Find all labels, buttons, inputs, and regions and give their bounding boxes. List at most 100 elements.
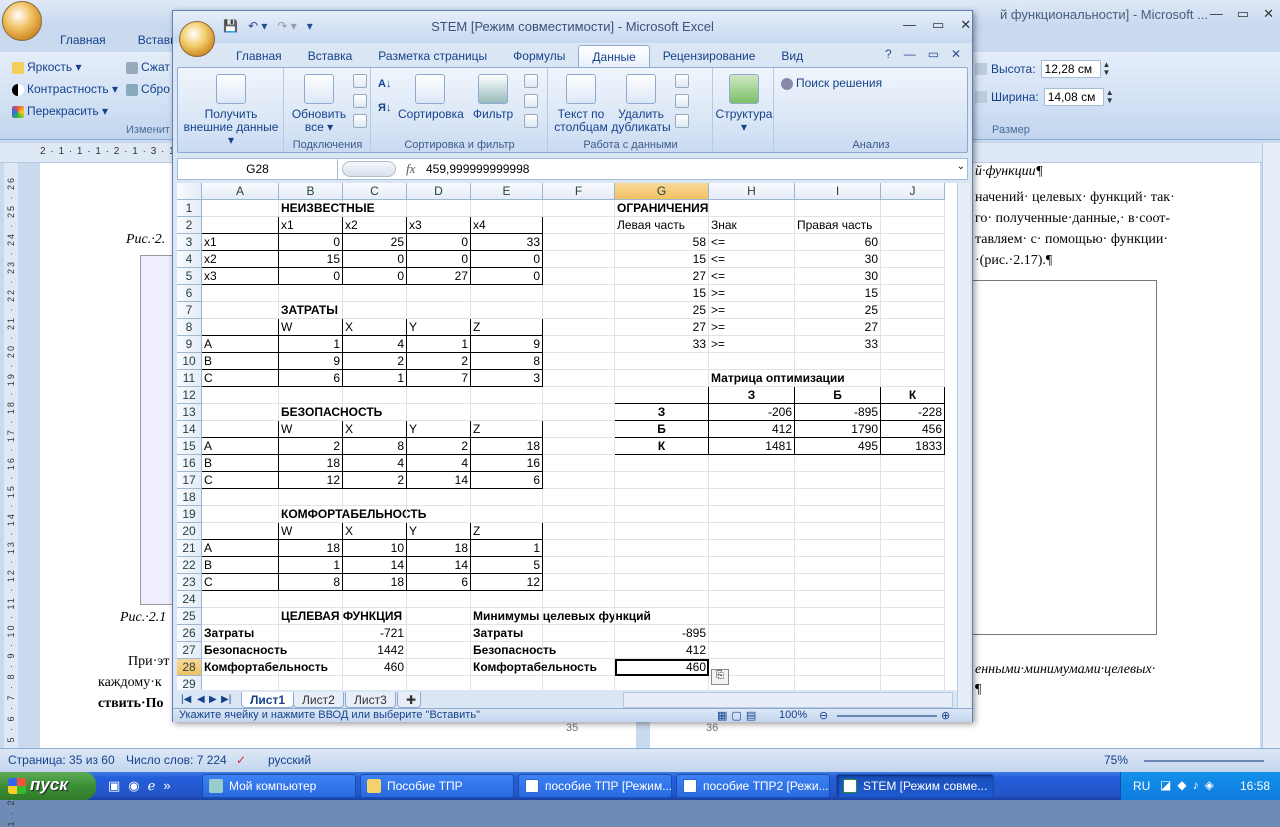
cell[interactable] [543,472,615,489]
cell[interactable] [543,387,615,404]
cell[interactable] [795,676,881,690]
cell[interactable] [795,200,881,217]
close-icon[interactable]: ✕ [1263,6,1274,26]
cell[interactable] [709,523,795,540]
tab-data[interactable]: Данные [578,45,650,67]
cell[interactable]: 2 [407,438,471,455]
row-header[interactable]: 7 [177,302,202,319]
row-header[interactable]: 26 [177,625,202,642]
row-header[interactable]: 20 [177,523,202,540]
cell[interactable] [881,336,945,353]
cell[interactable]: 27 [407,268,471,285]
sheet-next-icon[interactable]: ▶ [209,694,217,705]
insert-function-icon[interactable]: fx [406,161,415,177]
reset-picture-button[interactable]: Сбро [126,82,170,96]
cell[interactable]: Знак [709,217,795,234]
cell[interactable] [407,404,471,421]
excel-horizontal-scrollbar[interactable] [623,692,953,708]
cell[interactable]: 4 [343,336,407,353]
row-header[interactable]: 9 [177,336,202,353]
cell[interactable]: x2 [202,251,279,268]
tab-view[interactable]: Вид [768,45,816,67]
cell[interactable] [543,319,615,336]
maximize-icon[interactable]: ▭ [1237,6,1249,26]
formula-input[interactable]: 459,999999999998 [426,162,529,176]
status-language[interactable]: русский [268,753,311,767]
cell[interactable] [881,642,945,659]
cell[interactable] [543,370,615,387]
cell[interactable] [543,302,615,319]
active-cell[interactable]: 460 [615,659,709,676]
cell[interactable] [543,200,615,217]
cell[interactable] [881,251,945,268]
column-header-c[interactable]: C [343,183,407,200]
cell[interactable] [202,285,279,302]
sheet-prev-icon[interactable]: ◀ [197,694,205,705]
cell[interactable] [202,523,279,540]
cell[interactable] [881,234,945,251]
row-header[interactable]: 5 [177,268,202,285]
column-header-e[interactable]: E [471,183,543,200]
cell[interactable] [709,353,795,370]
cell[interactable]: X [343,421,407,438]
text-to-columns-button[interactable]: Текст по столбцам [553,74,609,134]
cell[interactable] [202,608,279,625]
filter-button[interactable]: Фильтр [470,74,516,121]
cell[interactable]: 0 [279,268,343,285]
cell[interactable] [543,659,615,676]
cell[interactable]: 33 [471,234,543,251]
height-spinner[interactable]: ▲ ▼ [1103,61,1113,77]
cell[interactable]: <= [709,268,795,285]
cell[interactable] [795,353,881,370]
cell[interactable] [795,557,881,574]
cell[interactable]: 18 [471,438,543,455]
cell[interactable]: 9 [471,336,543,353]
cell[interactable] [795,591,881,608]
close-icon[interactable]: ✕ [960,17,971,33]
column-header-h[interactable]: H [709,183,795,200]
clear-filter-icon[interactable] [524,74,538,88]
cell[interactable]: З [709,387,795,404]
cell[interactable]: 2 [343,472,407,489]
cell[interactable]: 2 [279,438,343,455]
column-header-g[interactable]: G [615,183,709,200]
cell[interactable] [881,472,945,489]
more-icon[interactable]: » [163,778,170,794]
cell[interactable]: 0 [407,251,471,268]
sort-za-icon[interactable]: Я↓ [378,102,391,114]
row-header[interactable]: 27 [177,642,202,659]
cell[interactable]: A [202,336,279,353]
cell[interactable] [615,506,709,523]
cell[interactable] [407,659,471,676]
cell[interactable]: 60 [795,234,881,251]
compress-button[interactable]: Сжат [126,60,170,74]
cell[interactable]: B [202,455,279,472]
cell[interactable] [343,506,407,523]
cell[interactable] [543,217,615,234]
cell[interactable] [543,625,615,642]
sheet-first-icon[interactable]: |◀ [181,694,191,705]
cell[interactable]: A [202,540,279,557]
cell[interactable]: 460 [343,659,407,676]
cell[interactable] [343,608,407,625]
paste-options-icon[interactable]: ⎘ [711,669,729,685]
cell[interactable] [881,591,945,608]
taskbar-excel[interactable]: STEM [Режим совме... [836,774,994,798]
cell[interactable]: 4 [407,455,471,472]
cell[interactable]: ОГРАНИЧЕНИЯ [615,200,709,217]
cell[interactable] [795,625,881,642]
solver-button[interactable]: Поиск решения [781,76,882,90]
cell[interactable] [202,676,279,690]
row-header[interactable]: 14 [177,421,202,438]
cell[interactable] [795,540,881,557]
cell[interactable]: 1833 [881,438,945,455]
cell[interactable] [202,319,279,336]
cell[interactable]: З [615,404,709,421]
cell[interactable]: Левая часть [615,217,709,234]
cell[interactable] [543,455,615,472]
cell[interactable]: 33 [615,336,709,353]
row-header[interactable]: 18 [177,489,202,506]
cell[interactable]: 1 [407,336,471,353]
cell[interactable] [471,285,543,302]
cell[interactable]: x4 [471,217,543,234]
